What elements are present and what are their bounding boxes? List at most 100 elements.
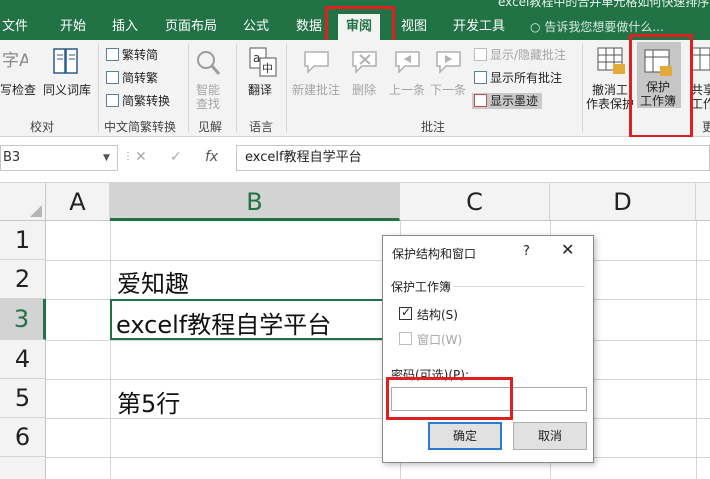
cell-b5[interactable]: 第5行: [117, 384, 180, 419]
unprotect-sheet-label-2[interactable]: 作表保护: [586, 97, 634, 111]
separator: [582, 44, 583, 132]
group-comments: 批注: [421, 120, 446, 134]
column-header-a[interactable]: A: [46, 183, 110, 221]
name-box[interactable]: B3: [0, 145, 118, 171]
structure-checkbox[interactable]: ✓: [399, 305, 412, 320]
lightbulb-icon: ○: [530, 20, 541, 34]
separator: [286, 44, 287, 132]
convert-icon: [106, 48, 119, 61]
separator: [188, 44, 189, 132]
smart-lookup-icon: [197, 51, 221, 75]
next-comment-button[interactable]: 下一条: [430, 83, 466, 97]
convert-icon: [106, 94, 119, 107]
show-ink-button[interactable]: 显示墨迹: [472, 93, 543, 109]
row-header-1[interactable]: 1: [0, 221, 46, 260]
to-traditional-button[interactable]: 简转繁: [106, 71, 158, 85]
cancel-button[interactable]: 取消: [513, 422, 587, 450]
tab-formulas[interactable]: 公式: [243, 14, 269, 40]
tab-data[interactable]: 数据: [296, 14, 322, 40]
show-hide-comments-button[interactable]: 显示/隐藏批注: [474, 48, 566, 62]
row-header-3[interactable]: 3: [0, 299, 46, 340]
window-title: excel教程中的合并单元格如何快速排序...: [498, 0, 710, 9]
tab-view[interactable]: 视图: [401, 14, 427, 40]
protect-workbook-group-label: 保护工作簿: [391, 280, 452, 294]
row-header-5[interactable]: 5: [0, 379, 46, 418]
delete-comment-button[interactable]: 删除: [352, 83, 376, 97]
translate-icon: a 中: [249, 47, 277, 77]
thesaurus-button[interactable]: 同义词库: [43, 83, 91, 97]
excel-window: excel教程中的合并单元格如何快速排序... 文件 开始 插入 页面布局 公式…: [0, 0, 710, 479]
insert-function-icon[interactable]: fx: [205, 149, 218, 165]
spell-check-icon: 字A: [2, 51, 28, 71]
tab-developer[interactable]: 开发工具: [453, 14, 505, 40]
thesaurus-icon: [53, 48, 78, 74]
gridline: [46, 457, 710, 458]
to-simplified-button[interactable]: 繁转简: [106, 48, 158, 62]
delete-comment-icon: [352, 51, 377, 74]
ribbon: 字A 写检查 同义词库 校对 繁转简 简转繁 简繁转换 中文简繁转换 智能 查找…: [0, 40, 710, 137]
cell-b2[interactable]: 爱知趣: [117, 264, 189, 299]
column-header-b[interactable]: B: [110, 183, 400, 221]
smart-lookup-label-1[interactable]: 智能: [196, 83, 220, 97]
separator: [236, 44, 237, 132]
gridline: [696, 221, 697, 479]
ok-button[interactable]: 确定: [428, 422, 502, 450]
unprotect-sheet-label-1[interactable]: 撤消工: [592, 83, 628, 97]
simp-trad-convert-button[interactable]: 简繁转换: [106, 94, 170, 108]
row-header-6[interactable]: 6: [0, 418, 46, 457]
previous-comment-button[interactable]: 上一条: [389, 83, 425, 97]
group-changes: 更: [702, 120, 710, 134]
previous-comment-icon: [395, 51, 420, 74]
gridline: [46, 379, 710, 380]
structure-label: 结构(S): [417, 308, 458, 322]
chevron-down-icon[interactable]: ▼: [103, 153, 110, 163]
tab-home[interactable]: 开始: [60, 14, 86, 40]
gridline: [46, 340, 710, 341]
formula-bar: B3 ▼ ⋮ ✕ ✓ fx excelf教程自学平台: [0, 137, 710, 183]
new-comment-button[interactable]: 新建批注: [292, 83, 340, 97]
dialog-title: 保护结构和窗口: [392, 247, 477, 261]
group-chinese-conversion: 中文简繁转换: [104, 120, 177, 134]
formula-input[interactable]: excelf教程自学平台: [236, 145, 710, 171]
share-workbook-icon: [691, 47, 710, 71]
formula-value: excelf教程自学平台: [245, 150, 362, 165]
checkmark-icon: ✓: [401, 305, 412, 319]
ink-icon: [474, 94, 487, 107]
convert-icon: [106, 71, 119, 84]
svg-text:中: 中: [262, 62, 273, 75]
row-header-4[interactable]: 4: [0, 340, 46, 379]
svg-text:字A: 字A: [2, 51, 28, 71]
protect-structure-dialog: 保护结构和窗口 ? ✕ 保护工作簿 ✓ 结构(S) 窗口(W) 密码(可选)(P…: [382, 235, 594, 463]
cancel-icon[interactable]: ✕: [135, 149, 147, 165]
active-cell-border: [110, 299, 400, 340]
tab-page-layout[interactable]: 页面布局: [165, 14, 217, 40]
svg-text:a: a: [253, 51, 260, 65]
tab-file[interactable]: 文件: [2, 14, 28, 40]
row-header-7[interactable]: [0, 457, 46, 479]
enter-icon[interactable]: ✓: [170, 149, 182, 165]
column-header-d[interactable]: D: [550, 183, 696, 221]
protect-workbook-highlight: [629, 34, 693, 138]
comment-icon: [474, 48, 487, 61]
show-all-comments-button[interactable]: 显示所有批注: [474, 71, 562, 85]
new-comment-icon: [304, 51, 329, 74]
share-workbook-label-2[interactable]: 工作: [691, 97, 710, 111]
share-workbook-label-1[interactable]: 共享: [691, 83, 710, 97]
row-header-2[interactable]: 2: [0, 260, 46, 299]
help-button[interactable]: ?: [523, 244, 530, 259]
spell-check-button[interactable]: 写检查: [0, 83, 36, 97]
unprotect-sheet-icon: [597, 47, 625, 74]
group-divider: [453, 286, 585, 287]
translate-button[interactable]: 翻译: [248, 83, 272, 97]
group-language: 语言: [249, 120, 274, 134]
tab-insert[interactable]: 插入: [112, 14, 138, 40]
password-highlight: [386, 377, 513, 420]
column-header-e[interactable]: [696, 183, 710, 221]
gridline: [110, 221, 111, 479]
close-icon[interactable]: ✕: [561, 240, 574, 259]
more-icon: ⋮: [123, 151, 133, 162]
group-insights: 见解: [198, 120, 223, 134]
windows-checkbox[interactable]: [399, 332, 412, 345]
column-header-c[interactable]: C: [400, 183, 550, 221]
smart-lookup-label-2[interactable]: 查找: [196, 97, 220, 111]
